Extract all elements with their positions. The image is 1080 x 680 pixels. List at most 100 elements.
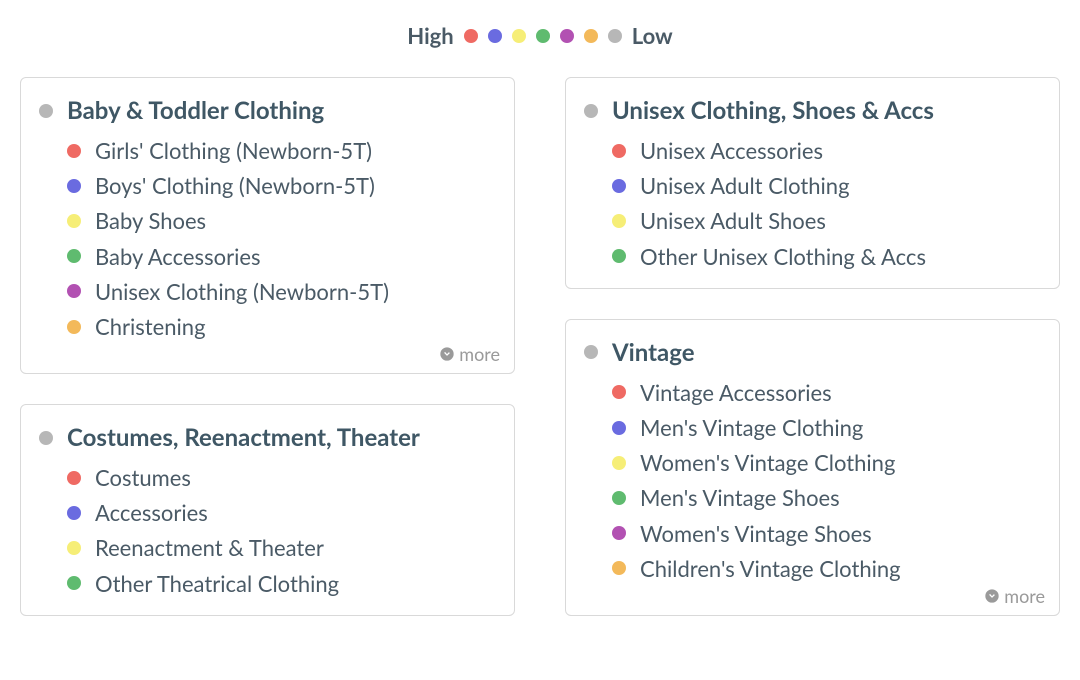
legend-dot-orange [584,29,598,43]
list-item[interactable]: Men's Vintage Shoes [612,480,1041,515]
item-label: Boys' Clothing (Newborn-5T) [95,168,375,203]
list-item[interactable]: Unisex Clothing (Newborn-5T) [67,274,496,309]
item-dot-icon [67,576,81,590]
item-label: Unisex Accessories [640,133,823,168]
item-label: Men's Vintage Shoes [640,480,840,515]
card-items: CostumesAccessoriesReenactment & Theater… [67,460,496,601]
legend-low-label: Low [632,22,673,49]
item-label: Other Unisex Clothing & Accs [640,239,926,274]
card-header[interactable]: Vintage [584,338,1041,367]
item-dot-icon [612,214,626,228]
more-label: more [1004,585,1045,607]
card-dot-icon [584,104,598,118]
item-dot-icon [67,179,81,193]
list-item[interactable]: Christening [67,309,496,341]
item-dot-icon [612,144,626,158]
legend-dot-purple [560,29,574,43]
item-dot-icon [67,144,81,158]
column-0: Baby & Toddler Clothing Girls' Clothing (… [20,77,515,616]
more-label: more [459,343,500,365]
item-dot-icon [612,561,626,575]
item-dot-icon [67,471,81,485]
card-title: Vintage [612,338,695,367]
list-item[interactable]: Boys' Clothing (Newborn-5T) [67,168,496,203]
item-label: Reenactment & Theater [95,530,324,565]
item-dot-icon [612,421,626,435]
item-label: Unisex Adult Clothing [640,168,850,203]
list-item[interactable]: Accessories [67,495,496,530]
list-item[interactable]: Women's Vintage Shoes [612,516,1041,551]
list-item[interactable]: Unisex Accessories [612,133,1041,168]
item-dot-icon [612,385,626,399]
list-item[interactable]: Baby Accessories [67,239,496,274]
item-dot-icon [612,249,626,263]
item-label: Accessories [95,495,208,530]
card-columns: Baby & Toddler Clothing Girls' Clothing (… [20,77,1060,616]
chevron-down-circle-icon [439,346,455,362]
legend-dot-grey [608,29,622,43]
legend-dot-green [536,29,550,43]
card-header[interactable]: Baby & Toddler Clothing [39,96,496,125]
list-item[interactable]: Children's Vintage Clothing [612,551,1041,583]
card-items: Girls' Clothing (Newborn-5T)Boys' Clothi… [67,133,496,341]
card-unisex: Unisex Clothing, Shoes & Accs Unisex Acce… [565,77,1060,289]
item-dot-icon [612,179,626,193]
card-dot-icon [39,104,53,118]
list-item[interactable]: Unisex Adult Clothing [612,168,1041,203]
item-dot-icon [67,214,81,228]
list-item[interactable]: Reenactment & Theater [67,530,496,565]
item-label: Baby Shoes [95,203,206,238]
list-item[interactable]: Costumes [67,460,496,495]
legend-dot-red [464,29,478,43]
item-dot-icon [67,320,81,334]
legend-dots [464,29,622,43]
item-label: Women's Vintage Shoes [640,516,872,551]
item-dot-icon [67,541,81,555]
card-title: Costumes, Reenactment, Theater [67,423,420,452]
item-label: Unisex Adult Shoes [640,203,826,238]
item-label: Men's Vintage Clothing [640,410,863,445]
item-label: Women's Vintage Clothing [640,445,895,480]
more-button[interactable]: more [439,343,500,365]
item-dot-icon [67,284,81,298]
card-dot-icon [39,431,53,445]
list-item[interactable]: Girls' Clothing (Newborn-5T) [67,133,496,168]
item-label: Unisex Clothing (Newborn-5T) [95,274,389,309]
item-label: Christening [95,309,206,341]
item-dot-icon [612,526,626,540]
item-dot-icon [67,506,81,520]
card-costumes: Costumes, Reenactment, Theater CostumesAc… [20,404,515,616]
item-label: Children's Vintage Clothing [640,551,901,583]
card-header[interactable]: Unisex Clothing, Shoes & Accs [584,96,1041,125]
item-dot-icon [612,456,626,470]
card-dot-icon [584,345,598,359]
chevron-down-circle-icon [984,588,1000,604]
card-title: Unisex Clothing, Shoes & Accs [612,96,934,125]
item-label: Costumes [95,460,191,495]
legend-dot-blue [488,29,502,43]
item-dot-icon [67,249,81,263]
item-label: Girls' Clothing (Newborn-5T) [95,133,372,168]
list-item[interactable]: Unisex Adult Shoes [612,203,1041,238]
list-item[interactable]: Women's Vintage Clothing [612,445,1041,480]
item-dot-icon [612,491,626,505]
list-item[interactable]: Men's Vintage Clothing [612,410,1041,445]
list-item[interactable]: Vintage Accessories [612,375,1041,410]
card-items: Unisex AccessoriesUnisex Adult ClothingU… [612,133,1041,274]
card-header[interactable]: Costumes, Reenactment, Theater [39,423,496,452]
card-items: Vintage AccessoriesMen's Vintage Clothin… [612,375,1041,583]
legend-high-label: High [407,22,453,49]
item-label: Other Theatrical Clothing [95,566,339,601]
column-1: Unisex Clothing, Shoes & Accs Unisex Acce… [565,77,1060,616]
card-vintage: VintageVintage AccessoriesMen's Vintage … [565,319,1060,616]
list-item[interactable]: Baby Shoes [67,203,496,238]
item-label: Vintage Accessories [640,375,832,410]
legend-dot-yellow [512,29,526,43]
priority-legend: High Low [20,22,1060,49]
item-label: Baby Accessories [95,239,261,274]
more-button[interactable]: more [984,585,1045,607]
card-baby-toddler: Baby & Toddler Clothing Girls' Clothing (… [20,77,515,374]
card-title: Baby & Toddler Clothing [67,96,324,125]
list-item[interactable]: Other Theatrical Clothing [67,566,496,601]
list-item[interactable]: Other Unisex Clothing & Accs [612,239,1041,274]
